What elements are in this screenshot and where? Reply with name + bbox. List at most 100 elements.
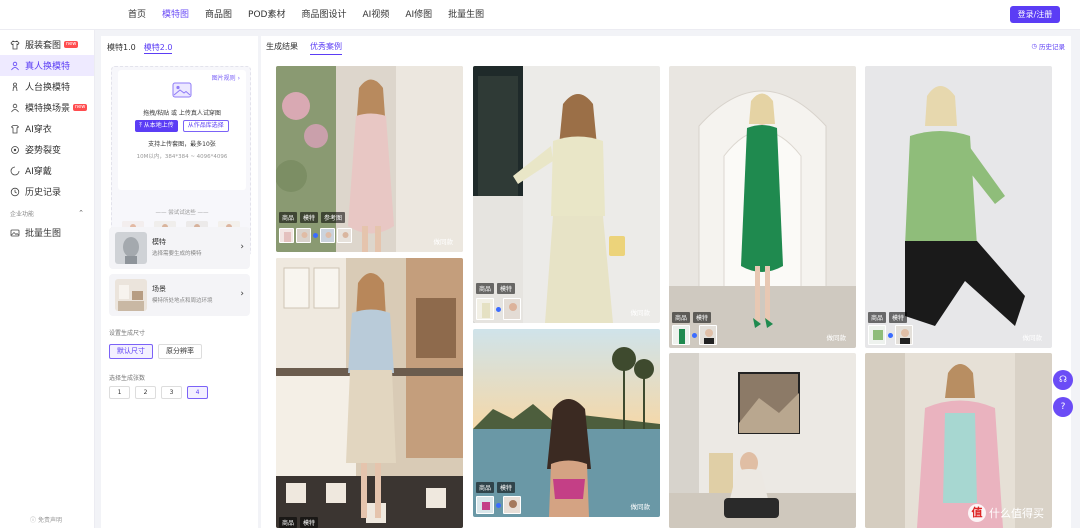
goods-tag: 商品 (279, 517, 298, 528)
case-photo[interactable]: 值 什么值得买 (865, 353, 1052, 528)
nav-home[interactable]: 首页 (120, 0, 154, 30)
results-panel: 生成结果 优秀案例 ◷ 历史记录 商品 模特 参考图 做同款 商品 模特 商品 … (261, 36, 1071, 528)
sidebar-item-label: 服装套图 (25, 41, 62, 51)
shirt-icon (10, 39, 20, 50)
chevron-right-icon: › (240, 242, 244, 252)
model-thumb (503, 298, 521, 320)
photo-tags: 商品 模特 (476, 283, 516, 294)
tab-model-v1[interactable]: 模特1.0 (107, 42, 136, 54)
same-style-button[interactable]: 做同款 (1023, 332, 1043, 342)
goods-thumb (476, 298, 494, 320)
nav-ai-video[interactable]: AI视频 (355, 0, 398, 30)
model-tag: 模特 (889, 312, 908, 323)
tab-showcase[interactable]: 优秀案例 (310, 41, 342, 55)
upload-buttons: ⤒ 从本地上传 从作品库选择 (118, 120, 246, 132)
login-button[interactable]: 登录/注册 (1010, 6, 1060, 23)
enterprise-section[interactable]: 企业功能 ⌃ (0, 204, 94, 222)
link-dot (496, 502, 501, 508)
tab-results[interactable]: 生成结果 (266, 41, 298, 55)
nav-product-design[interactable]: 商品图设计 (294, 0, 355, 30)
count-2-button[interactable]: 2 (135, 386, 156, 399)
case-photo[interactable]: 商品 模特 参考图 做同款 (276, 66, 463, 252)
scene-select-card[interactable]: 场景 模特所处地点和周边环境 › (109, 274, 250, 316)
size-options: 默认尺寸 原分辨率 (109, 344, 202, 359)
photo-image (276, 258, 463, 528)
goods-thumb (672, 325, 690, 345)
sidebar-item-outfit-set[interactable]: 服装套图 new (0, 34, 94, 55)
ref-thumb (337, 228, 352, 243)
scene-icon (10, 103, 20, 113)
clock-icon: ◷ (1031, 42, 1037, 50)
sidebar-item-pose-variation[interactable]: 姿势裂变 (0, 139, 94, 160)
count-label: 选择生成张数 (109, 375, 146, 382)
disclaimer-link[interactable]: ⓘ 免责声明 (30, 515, 62, 524)
size-original-button[interactable]: 原分辨率 (158, 344, 202, 359)
same-style-button[interactable]: 做同款 (631, 307, 651, 317)
model-tag: 模特 (300, 517, 319, 528)
sidebar-item-ai-wear[interactable]: AI穿戴 (0, 160, 94, 181)
info-icon: ⓘ (30, 517, 37, 524)
photo-image (276, 66, 463, 252)
case-photo[interactable] (669, 353, 856, 528)
sidebar-item-label: 模特换场景 (25, 104, 71, 114)
scene-card-title: 场景 (152, 285, 166, 293)
scene-thumb (115, 279, 147, 311)
ref-thumb (320, 228, 335, 243)
goods-thumb (476, 496, 494, 514)
case-photo[interactable]: 商品 模特 做同款 (669, 66, 856, 348)
case-photo[interactable]: 商品 模特 做同款 (865, 66, 1052, 348)
count-3-button[interactable]: 3 (161, 386, 182, 399)
same-style-button[interactable]: 做同款 (827, 332, 847, 342)
same-style-button[interactable]: 做同款 (631, 501, 651, 511)
sidebar-item-ai-dress[interactable]: AI穿衣 (0, 118, 94, 139)
nav-model-image[interactable]: 模特图 (154, 0, 197, 30)
sidebar-item-history[interactable]: 历史记录 (0, 181, 94, 202)
select-library-button[interactable]: 从作品库选择 (182, 120, 229, 132)
case-photo[interactable]: 商品 模特 做同款 (473, 66, 660, 323)
section-label: 企业功能 (10, 210, 35, 218)
count-4-button[interactable]: 4 (187, 386, 208, 399)
sidebar: 服装套图 new 真人换模特 人台换模特 模特换场景 new AI穿衣 姿势裂变… (0, 30, 95, 528)
link-dot (313, 233, 318, 238)
model-thumb (503, 496, 521, 514)
tab-model-v2[interactable]: 模特2.0 (143, 42, 173, 54)
watermark-logo: 值 (968, 504, 986, 522)
goods-tag: 商品 (476, 482, 495, 493)
image-rules-link[interactable]: 图片规则 › (212, 73, 240, 82)
chevron-up-icon: ⌃ (78, 209, 84, 217)
upload-area[interactable]: 图片规则 › 拖拽/粘贴 或 上传真人试穿图 ⤒ 从本地上传 从作品库选择 支持… (118, 70, 246, 190)
help-button[interactable]: ? (1053, 397, 1073, 417)
nav-product-image[interactable]: 商品图 (197, 0, 240, 30)
sidebar-item-batch[interactable]: 批量生图 (0, 222, 94, 243)
nav-pod[interactable]: POD素材 (240, 0, 293, 30)
history-link[interactable]: ◷ 历史记录 (1031, 41, 1065, 51)
case-photo[interactable]: 商品 模特 做同款 (473, 329, 660, 517)
disclaimer-label: 免责声明 (38, 517, 63, 524)
link-dot (888, 332, 893, 338)
size-default-button[interactable]: 默认尺寸 (109, 344, 153, 359)
count-1-button[interactable]: 1 (109, 386, 130, 399)
model-select-card[interactable]: 模特 选择需要生成的模特 › (109, 227, 250, 269)
scene-card-sub: 模特所处地点和周边环境 (152, 298, 213, 304)
wear-icon (10, 166, 20, 176)
upload-local-button[interactable]: ⤒ 从本地上传 (135, 120, 178, 132)
link-dot (692, 332, 697, 338)
photo-tags: 商品 模特 (868, 312, 908, 323)
count-options: 1 2 3 4 (109, 386, 208, 399)
sidebar-item-mannequin-swap[interactable]: 人台换模特 (0, 76, 94, 97)
sidebar-item-real-model-swap[interactable]: 真人换模特 (0, 55, 94, 76)
same-style-button[interactable]: 做同款 (434, 236, 454, 246)
sidebar-item-scene-swap[interactable]: 模特换场景 new (0, 97, 94, 118)
model-thumb (115, 232, 147, 264)
upload-support-text: 支持上传套图，最多10张 (148, 141, 216, 148)
model-tag: 模特 (300, 212, 319, 223)
source-thumbs (868, 325, 913, 345)
model-thumb (895, 325, 913, 345)
nav-batch[interactable]: 批量生图 (440, 0, 492, 30)
goods-thumb (868, 325, 886, 345)
case-photo[interactable]: 商品 模特 (276, 258, 463, 528)
nav-ai-retouch[interactable]: AI修图 (397, 0, 440, 30)
support-button[interactable]: ☊ (1053, 370, 1073, 390)
new-badge: new (64, 41, 79, 48)
photo-image (669, 66, 856, 348)
